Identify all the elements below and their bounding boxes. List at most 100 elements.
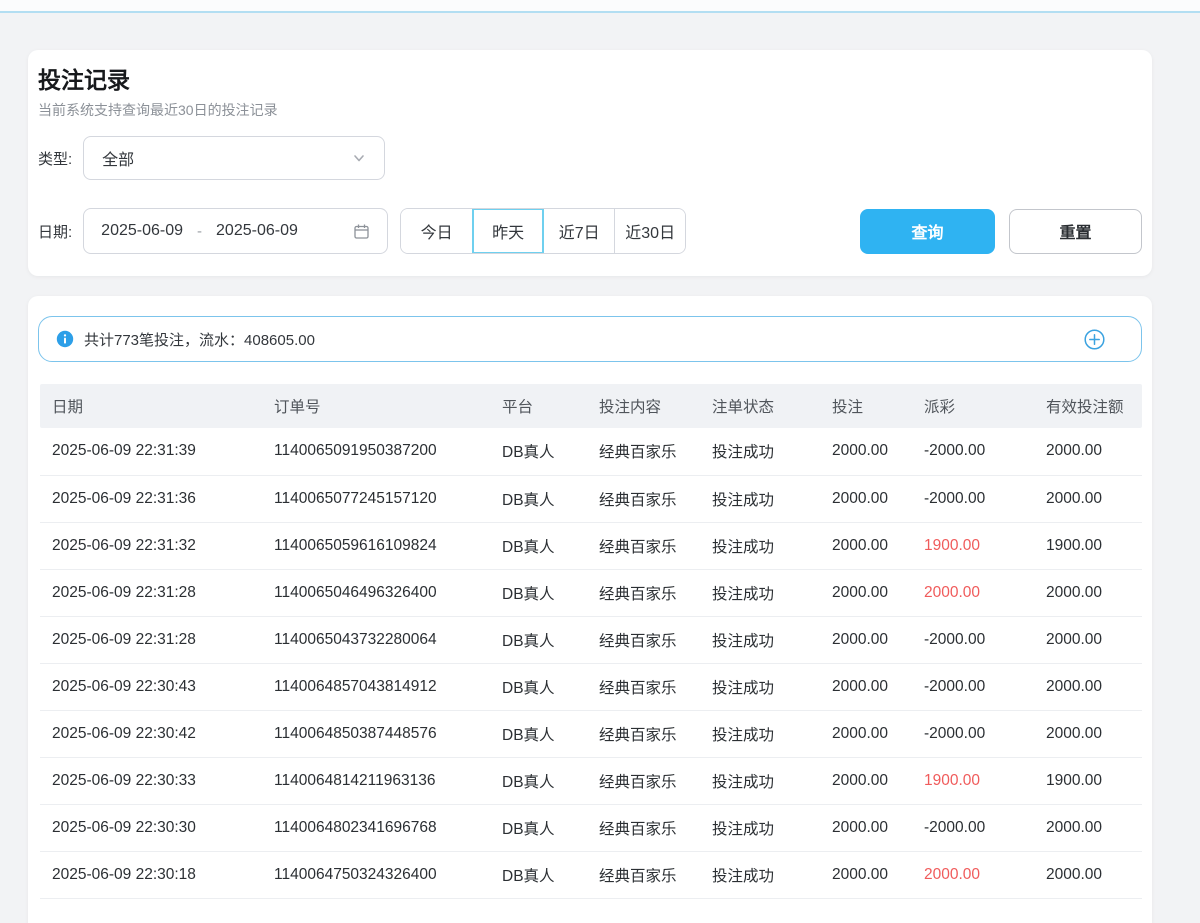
table-row: 2025-06-09 22:30:181140064750324326400DB… (40, 851, 1142, 898)
cell-order_no: 1140064857043814912 (262, 663, 490, 710)
cell-status: 投注成功 (700, 804, 820, 851)
cell-date: 2025-06-09 22:31:28 (40, 569, 262, 616)
cell-status: 投注成功 (700, 616, 820, 663)
query-button[interactable]: 查询 (860, 209, 995, 254)
cell-payout: 1900.00 (912, 757, 1034, 804)
quick-range-button-3[interactable]: 近30日 (614, 209, 685, 253)
table-row: 2025-06-09 22:30:331140064814211963136DB… (40, 757, 1142, 804)
cell-bet: 2000.00 (820, 428, 912, 475)
cell-payout: 2000.00 (912, 851, 1034, 898)
cell-order_no: 1140065043732280064 (262, 616, 490, 663)
cell-valid: 2000.00 (1034, 616, 1142, 663)
quick-range-group: 今日昨天近7日近30日 (400, 208, 686, 254)
calendar-icon (353, 223, 370, 240)
type-select[interactable]: 全部 (83, 136, 385, 180)
table-row: 2025-06-09 22:30:301140064802341696768DB… (40, 804, 1142, 851)
quick-range-button-0[interactable]: 今日 (401, 209, 472, 253)
cell-order_no: 1140065046496326400 (262, 569, 490, 616)
chevron-down-icon (352, 151, 366, 165)
cell-status: 投注成功 (700, 475, 820, 522)
column-header-2: 平台 (490, 384, 587, 428)
cell-valid: 2000.00 (1034, 804, 1142, 851)
column-header-0: 日期 (40, 384, 262, 428)
type-filter-row: 类型: 全部 (38, 136, 1142, 180)
cell-bet: 2000.00 (820, 663, 912, 710)
cell-order_no: 1140064802341696768 (262, 804, 490, 851)
column-header-7: 有效投注额 (1034, 384, 1142, 428)
column-header-3: 投注内容 (587, 384, 700, 428)
cell-content: 经典百家乐 (587, 616, 700, 663)
quick-range-button-2[interactable]: 近7日 (543, 209, 614, 253)
table-row: 2025-06-09 22:31:321140065059616109824DB… (40, 522, 1142, 569)
cell-bet: 2000.00 (820, 569, 912, 616)
cell-status: 投注成功 (700, 851, 820, 898)
cell-content: 经典百家乐 (587, 851, 700, 898)
cell-bet: 2000.00 (820, 851, 912, 898)
table-row: 2025-06-09 22:30:421140064850387448576DB… (40, 710, 1142, 757)
cell-content: 经典百家乐 (587, 522, 700, 569)
cell-date: 2025-06-09 22:30:30 (40, 804, 262, 851)
cell-content: 经典百家乐 (587, 569, 700, 616)
cell-platform: DB真人 (490, 757, 587, 804)
type-label: 类型: (38, 148, 72, 169)
top-accent-line (0, 11, 1200, 13)
top-bar (0, 0, 1200, 11)
reset-button[interactable]: 重置 (1009, 209, 1142, 254)
column-header-5: 投注 (820, 384, 912, 428)
cell-order_no: 1140065077245157120 (262, 475, 490, 522)
cell-payout: -2000.00 (912, 663, 1034, 710)
date-filter-row: 日期: 2025-06-09 - 2025-06-09 今日昨天近7日近30日 … (38, 208, 1142, 254)
table-row: 2025-06-09 22:30:431140064857043814912DB… (40, 663, 1142, 710)
table-header-row: 日期订单号平台投注内容注单状态投注派彩有效投注额 (40, 384, 1142, 428)
expand-plus-icon[interactable] (1084, 329, 1105, 350)
cell-status: 投注成功 (700, 663, 820, 710)
cell-valid: 1900.00 (1034, 522, 1142, 569)
cell-payout: -2000.00 (912, 428, 1034, 475)
column-header-4: 注单状态 (700, 384, 820, 428)
cell-bet: 2000.00 (820, 710, 912, 757)
cell-valid: 1900.00 (1034, 757, 1142, 804)
cell-valid: 2000.00 (1034, 569, 1142, 616)
cell-date: 2025-06-09 22:30:33 (40, 757, 262, 804)
cell-order_no: 1140065059616109824 (262, 522, 490, 569)
cell-valid: 2000.00 (1034, 475, 1142, 522)
cell-payout: 1900.00 (912, 522, 1034, 569)
date-range-picker[interactable]: 2025-06-09 - 2025-06-09 (83, 208, 388, 254)
info-icon (56, 330, 74, 348)
cell-date: 2025-06-09 22:31:32 (40, 522, 262, 569)
table-row: 2025-06-09 22:31:281140065046496326400DB… (40, 569, 1142, 616)
cell-platform: DB真人 (490, 804, 587, 851)
cell-platform: DB真人 (490, 710, 587, 757)
filter-actions: 查询 重置 (860, 209, 1142, 254)
date-range-separator: - (197, 223, 202, 240)
cell-content: 经典百家乐 (587, 475, 700, 522)
records-card: 共计773笔投注，流水：408605.00 日期订单号平台投注内容注单状态投注派… (28, 296, 1152, 923)
type-select-value: 全部 (102, 146, 134, 170)
cell-date: 2025-06-09 22:31:28 (40, 616, 262, 663)
table-body: 2025-06-09 22:31:391140065091950387200DB… (40, 428, 1142, 898)
cell-date: 2025-06-09 22:30:42 (40, 710, 262, 757)
cell-order_no: 1140065091950387200 (262, 428, 490, 475)
date-label: 日期: (38, 221, 72, 242)
cell-valid: 2000.00 (1034, 428, 1142, 475)
cell-payout: -2000.00 (912, 710, 1034, 757)
table-row: 2025-06-09 22:31:281140065043732280064DB… (40, 616, 1142, 663)
cell-platform: DB真人 (490, 475, 587, 522)
cell-date: 2025-06-09 22:31:36 (40, 475, 262, 522)
cell-status: 投注成功 (700, 569, 820, 616)
cell-date: 2025-06-09 22:31:39 (40, 428, 262, 475)
cell-valid: 2000.00 (1034, 710, 1142, 757)
cell-payout: -2000.00 (912, 616, 1034, 663)
cell-platform: DB真人 (490, 616, 587, 663)
quick-range-button-1[interactable]: 昨天 (472, 209, 543, 253)
cell-platform: DB真人 (490, 851, 587, 898)
cell-status: 投注成功 (700, 522, 820, 569)
cell-bet: 2000.00 (820, 757, 912, 804)
summary-text: 共计773笔投注，流水：408605.00 (84, 329, 315, 350)
cell-bet: 2000.00 (820, 522, 912, 569)
cell-status: 投注成功 (700, 428, 820, 475)
cell-date: 2025-06-09 22:30:43 (40, 663, 262, 710)
filter-card: 投注记录 当前系统支持查询最近30日的投注记录 类型: 全部 日期: 2025-… (28, 50, 1152, 276)
cell-content: 经典百家乐 (587, 663, 700, 710)
column-header-1: 订单号 (262, 384, 490, 428)
